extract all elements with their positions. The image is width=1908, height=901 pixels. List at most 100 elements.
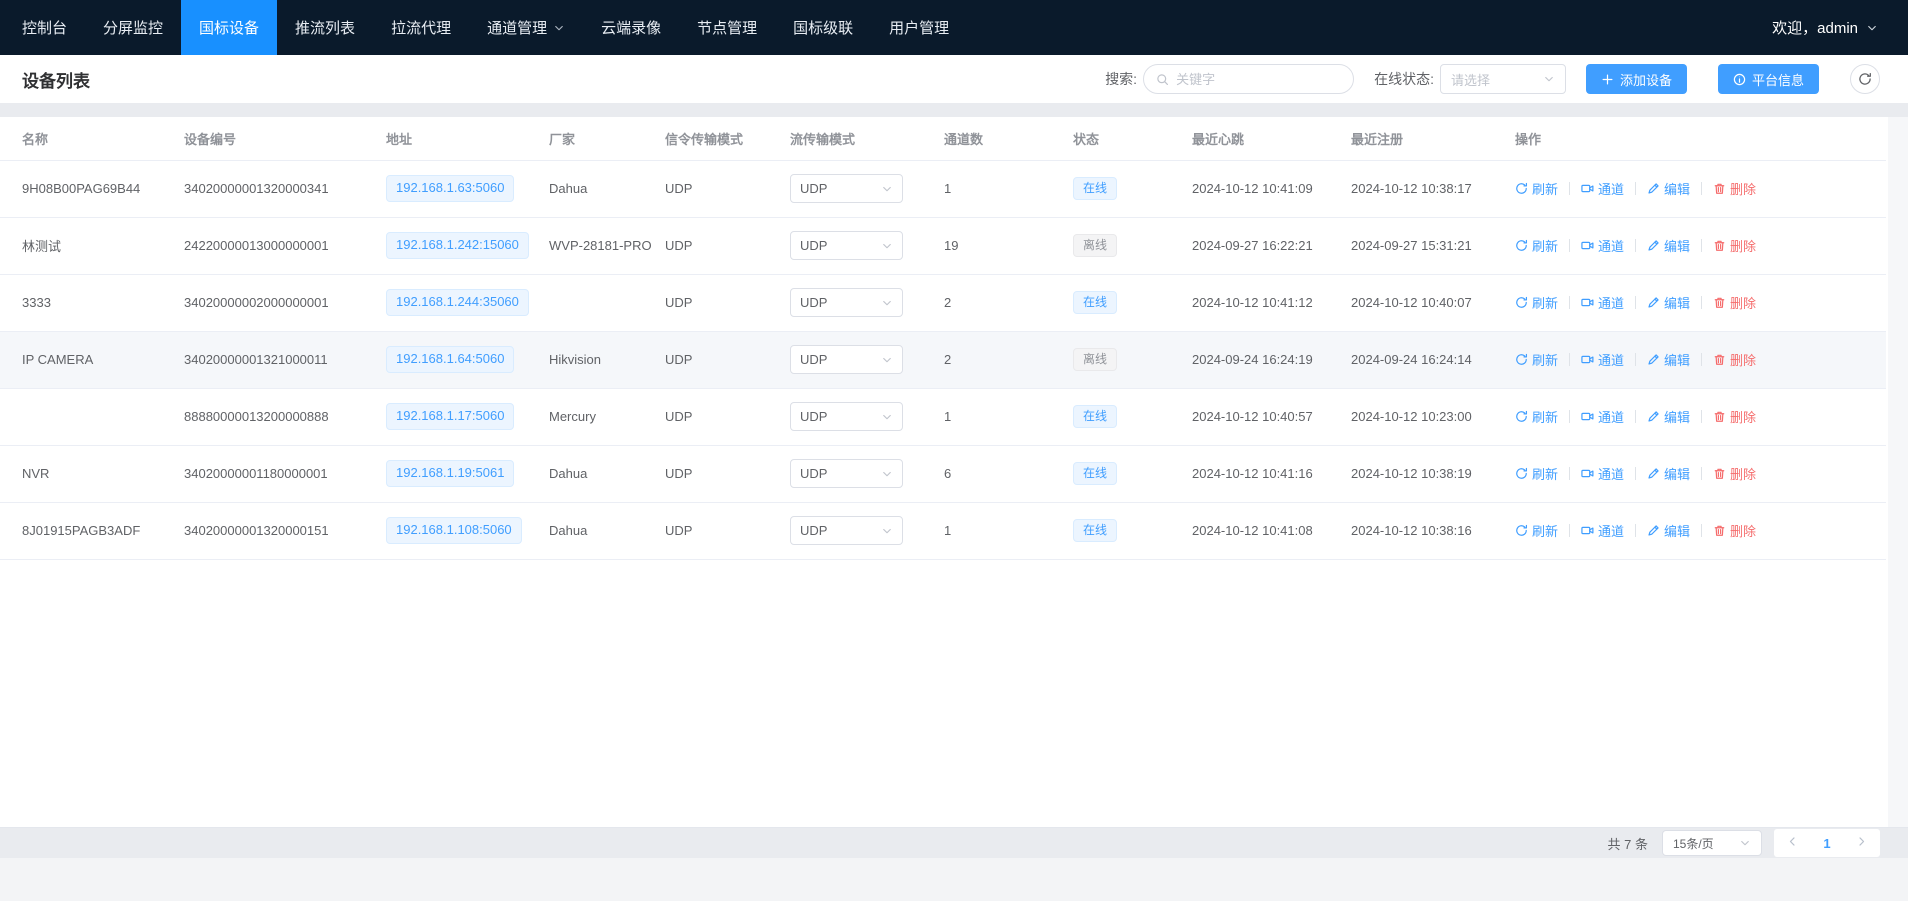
stream-mode-select[interactable]: UDP — [790, 345, 903, 374]
delete-action-link[interactable]: 删除 — [1713, 521, 1756, 540]
nav-item-9[interactable]: 国标级联 — [775, 0, 871, 55]
nav-item-4[interactable]: 推流列表 — [277, 0, 373, 55]
edit-action-link[interactable]: 编辑 — [1647, 179, 1690, 198]
cell-manufacturer: WVP-28181-PRO — [549, 217, 665, 274]
device-list-page: 控制台分屏监控国标设备推流列表拉流代理通道管理云端录像节点管理国标级联用户管理 … — [0, 0, 1908, 901]
channel-action-link[interactable]: 通道 — [1581, 464, 1624, 483]
action-label: 删除 — [1730, 350, 1756, 369]
online-status-label: 在线状态: — [1374, 69, 1434, 89]
cell-actions: 刷新 通道 编辑 删除 — [1515, 274, 1886, 331]
edit-action-link[interactable]: 编辑 — [1647, 350, 1690, 369]
search-box — [1143, 64, 1354, 94]
nav-item-6[interactable]: 通道管理 — [469, 0, 583, 55]
channel-action-link[interactable]: 通道 — [1581, 407, 1624, 426]
action-divider — [1635, 353, 1636, 366]
delete-action-link[interactable]: 删除 — [1713, 350, 1756, 369]
current-page[interactable]: 1 — [1823, 836, 1830, 851]
refresh-action-link[interactable]: 刷新 — [1515, 179, 1558, 198]
nav-item-7[interactable]: 云端录像 — [583, 0, 679, 55]
channel-action-link[interactable]: 通道 — [1581, 293, 1624, 312]
channel-action-link[interactable]: 通道 — [1581, 350, 1624, 369]
nav-item-2[interactable]: 分屏监控 — [85, 0, 181, 55]
cell-last-heartbeat: 2024-10-12 10:40:57 — [1192, 388, 1351, 445]
delete-action-link[interactable]: 删除 — [1713, 293, 1756, 312]
cell-name — [0, 388, 184, 445]
edit-action-link[interactable]: 编辑 — [1647, 293, 1690, 312]
action-divider — [1701, 296, 1702, 309]
online-status-select[interactable]: 请选择 — [1440, 64, 1566, 94]
next-page-button[interactable] — [1855, 835, 1868, 851]
stream-mode-value: UDP — [800, 409, 827, 424]
refresh-icon — [1515, 467, 1528, 480]
action-divider — [1569, 410, 1570, 423]
scrollbar-track[interactable] — [1888, 117, 1908, 827]
device-address-tag: 192.168.1.17:5060 — [386, 403, 514, 430]
cell-address: 192.168.1.108:5060 — [386, 502, 549, 559]
refresh-action-link[interactable]: 刷新 — [1515, 293, 1558, 312]
divider-band — [0, 103, 1908, 117]
refresh-action-link[interactable]: 刷新 — [1515, 521, 1558, 540]
delete-action-link[interactable]: 删除 — [1713, 236, 1756, 255]
stream-mode-value: UDP — [800, 181, 827, 196]
nav-spacer — [967, 0, 1772, 55]
edit-icon — [1647, 182, 1660, 195]
action-divider — [1635, 467, 1636, 480]
platform-info-label: 平台信息 — [1752, 70, 1804, 89]
action-label: 删除 — [1730, 236, 1756, 255]
refresh-icon — [1515, 182, 1528, 195]
cell-device-id: 24220000013000000001 — [184, 217, 386, 274]
stream-mode-select[interactable]: UDP — [790, 402, 903, 431]
edit-action-link[interactable]: 编辑 — [1647, 236, 1690, 255]
stream-mode-select[interactable]: UDP — [790, 288, 903, 317]
action-label: 刷新 — [1532, 407, 1558, 426]
channel-action-link[interactable]: 通道 — [1581, 236, 1624, 255]
device-address-tag: 192.168.1.242:15060 — [386, 232, 529, 259]
stream-mode-select[interactable]: UDP — [790, 516, 903, 545]
page-size-select[interactable]: 15条/页 — [1662, 830, 1762, 856]
cell-actions: 刷新 通道 编辑 删除 — [1515, 388, 1886, 445]
add-device-button[interactable]: 添加设备 — [1586, 64, 1687, 94]
edit-action-link[interactable]: 编辑 — [1647, 464, 1690, 483]
refresh-icon — [1858, 72, 1872, 86]
refresh-action-link[interactable]: 刷新 — [1515, 236, 1558, 255]
action-label: 通道 — [1598, 236, 1624, 255]
refresh-list-button[interactable] — [1850, 64, 1880, 94]
chevron-right-icon — [1855, 835, 1868, 851]
action-divider — [1635, 239, 1636, 252]
cell-channel-count: 1 — [944, 160, 1073, 217]
chevron-down-icon — [881, 468, 893, 480]
nav-item-3[interactable]: 国标设备 — [181, 0, 277, 55]
delete-action-link[interactable]: 删除 — [1713, 407, 1756, 426]
table-row: 林测试 24220000013000000001 192.168.1.242:1… — [0, 217, 1886, 274]
platform-info-button[interactable]: 平台信息 — [1718, 64, 1819, 94]
edit-action-link[interactable]: 编辑 — [1647, 407, 1690, 426]
user-menu[interactable]: 欢迎，admin — [1772, 0, 1878, 55]
row-actions: 刷新 通道 编辑 删除 — [1515, 236, 1886, 255]
edit-action-link[interactable]: 编辑 — [1647, 521, 1690, 540]
nav-item-8[interactable]: 节点管理 — [679, 0, 775, 55]
nav-item-1[interactable]: 控制台 — [4, 0, 85, 55]
stream-mode-value: UDP — [800, 295, 827, 310]
search-input[interactable] — [1176, 72, 1341, 87]
stream-mode-select[interactable]: UDP — [790, 459, 903, 488]
delete-action-link[interactable]: 删除 — [1713, 464, 1756, 483]
prev-page-button[interactable] — [1786, 835, 1799, 851]
nav-item-label: 推流列表 — [295, 17, 355, 38]
stream-mode-select[interactable]: UDP — [790, 174, 903, 203]
cell-stream-mode: UDP — [790, 388, 944, 445]
refresh-action-link[interactable]: 刷新 — [1515, 350, 1558, 369]
delete-action-link[interactable]: 删除 — [1713, 179, 1756, 198]
refresh-action-link[interactable]: 刷新 — [1515, 464, 1558, 483]
refresh-action-link[interactable]: 刷新 — [1515, 407, 1558, 426]
nav-item-label: 云端录像 — [601, 17, 661, 38]
cell-address: 192.168.1.244:35060 — [386, 274, 549, 331]
column-header-5: 信令传输模式 — [665, 117, 790, 160]
nav-item-5[interactable]: 拉流代理 — [373, 0, 469, 55]
channel-action-link[interactable]: 通道 — [1581, 521, 1624, 540]
cell-stream-mode: UDP — [790, 160, 944, 217]
nav-item-10[interactable]: 用户管理 — [871, 0, 967, 55]
cell-actions: 刷新 通道 编辑 删除 — [1515, 160, 1886, 217]
stream-mode-select[interactable]: UDP — [790, 231, 903, 260]
chevron-down-icon — [881, 525, 893, 537]
channel-action-link[interactable]: 通道 — [1581, 179, 1624, 198]
